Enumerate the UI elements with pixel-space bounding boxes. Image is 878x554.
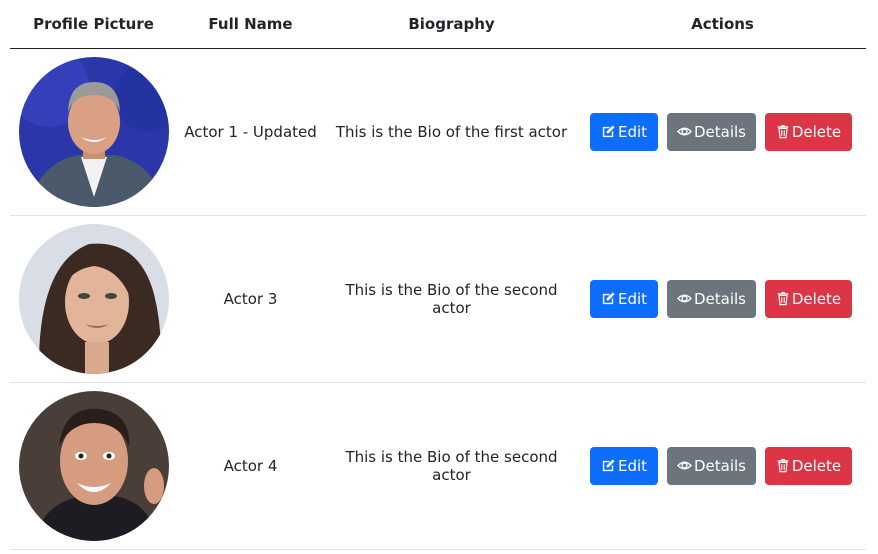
delete-button[interactable]: Delete bbox=[765, 112, 852, 151]
avatar bbox=[19, 223, 169, 374]
edit-button[interactable]: Edit bbox=[590, 279, 658, 318]
details-button[interactable]: Details bbox=[667, 279, 756, 318]
header-full-name: Full Name bbox=[177, 0, 324, 49]
full-name-cell: Actor 4 bbox=[177, 382, 324, 550]
eye-icon bbox=[676, 291, 692, 306]
biography-cell: This is the Bio of the second actor bbox=[324, 382, 579, 550]
full-name-cell: Actor 3 bbox=[177, 215, 324, 383]
edit-icon bbox=[601, 458, 616, 473]
table-header: Profile Picture Full Name Biography Acti… bbox=[10, 0, 866, 49]
delete-label: Delete bbox=[791, 289, 842, 308]
actions-cell: Edit Details Delete bbox=[579, 382, 866, 550]
header-row: Profile Picture Full Name Biography Acti… bbox=[10, 0, 866, 49]
delete-label: Delete bbox=[791, 122, 842, 141]
avatar bbox=[19, 56, 169, 207]
edit-label: Edit bbox=[617, 122, 648, 141]
actors-table: Profile Picture Full Name Biography Acti… bbox=[10, 0, 866, 550]
header-actions: Actions bbox=[579, 0, 866, 49]
actions-cell: Edit Details Delete bbox=[579, 215, 866, 383]
edit-label: Edit bbox=[617, 289, 648, 308]
eye-icon bbox=[676, 458, 692, 473]
delete-label: Delete bbox=[791, 456, 842, 475]
details-label: Details bbox=[693, 122, 746, 141]
delete-button[interactable]: Delete bbox=[765, 279, 852, 318]
biography-cell: This is the Bio of the second actor bbox=[324, 215, 579, 383]
edit-label: Edit bbox=[617, 456, 648, 475]
avatar-photo bbox=[19, 56, 169, 207]
header-profile-picture: Profile Picture bbox=[10, 0, 177, 49]
details-label: Details bbox=[693, 456, 746, 475]
table-row: Actor 4 This is the Bio of the second ac… bbox=[10, 382, 866, 550]
profile-picture-cell bbox=[10, 48, 177, 216]
row-actions: Edit Details Delete bbox=[579, 446, 866, 485]
avatar bbox=[19, 390, 169, 541]
details-label: Details bbox=[693, 289, 746, 308]
trash-icon bbox=[776, 458, 790, 473]
header-biography: Biography bbox=[324, 0, 579, 49]
row-actions: Edit Details Delete bbox=[579, 279, 866, 318]
delete-button[interactable]: Delete bbox=[765, 446, 852, 485]
actions-cell: Edit Details Delete bbox=[579, 48, 866, 216]
actors-table-container: Profile Picture Full Name Biography Acti… bbox=[10, 0, 866, 550]
table-row: Actor 3 This is the Bio of the second ac… bbox=[10, 215, 866, 383]
trash-icon bbox=[776, 124, 790, 139]
table-body: Actor 1 - Updated This is the Bio of the… bbox=[10, 48, 866, 550]
edit-icon bbox=[601, 124, 616, 139]
profile-picture-cell bbox=[10, 382, 177, 550]
full-name-cell: Actor 1 - Updated bbox=[177, 48, 324, 216]
table-row: Actor 1 - Updated This is the Bio of the… bbox=[10, 48, 866, 216]
avatar-photo bbox=[19, 223, 169, 374]
avatar-photo bbox=[19, 390, 169, 541]
edit-icon bbox=[601, 291, 616, 306]
details-button[interactable]: Details bbox=[667, 112, 756, 151]
profile-picture-cell bbox=[10, 215, 177, 383]
eye-icon bbox=[676, 124, 692, 139]
biography-cell: This is the Bio of the first actor bbox=[324, 48, 579, 216]
row-actions: Edit Details Delete bbox=[579, 112, 866, 151]
trash-icon bbox=[776, 291, 790, 306]
edit-button[interactable]: Edit bbox=[590, 446, 658, 485]
edit-button[interactable]: Edit bbox=[590, 112, 658, 151]
details-button[interactable]: Details bbox=[667, 446, 756, 485]
